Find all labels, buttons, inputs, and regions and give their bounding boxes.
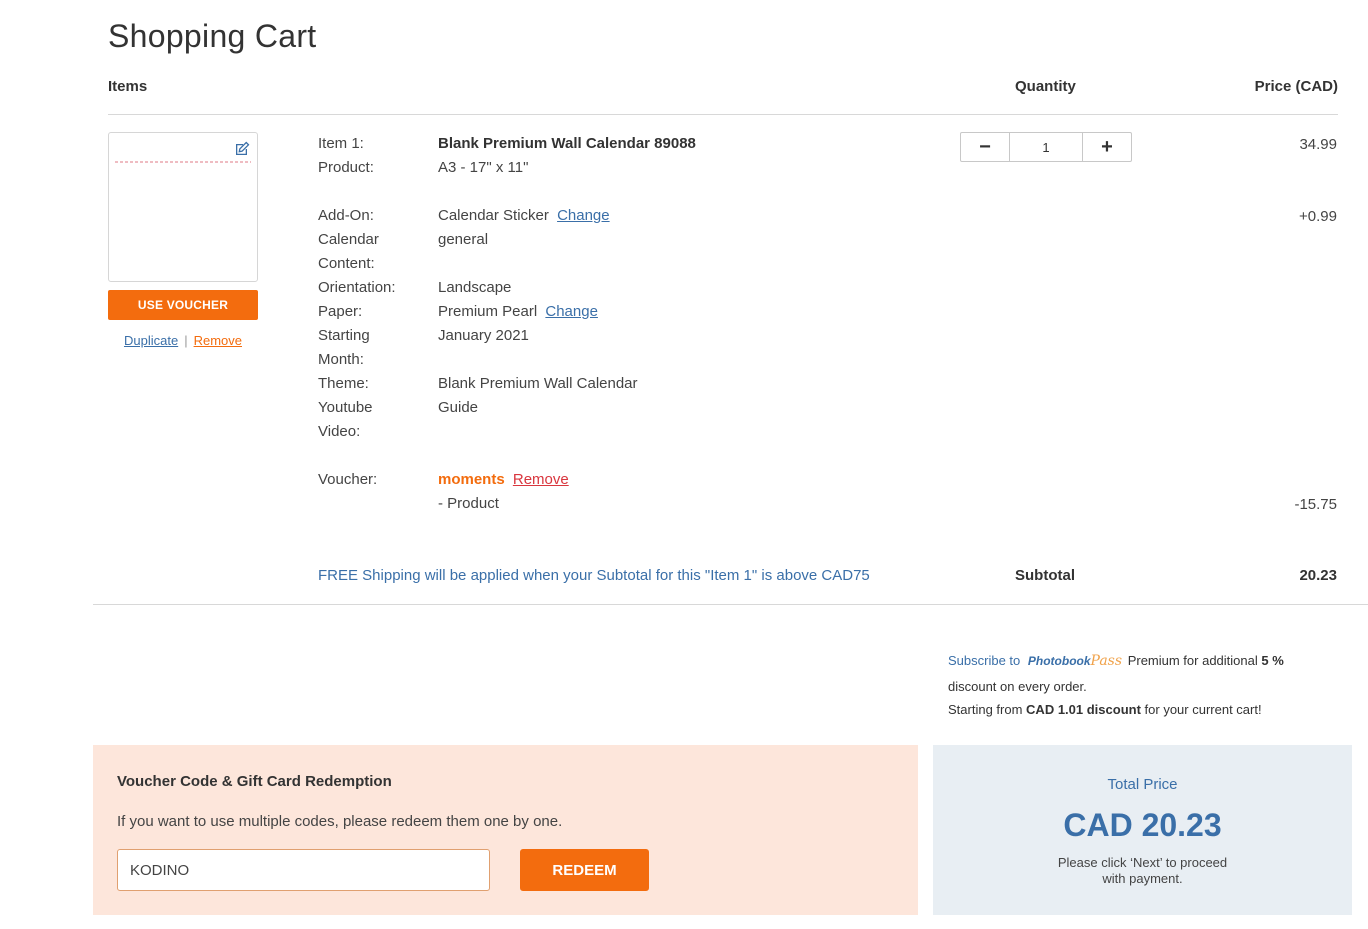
voucher-code-input[interactable] (117, 849, 490, 891)
total-price-label: Total Price (1107, 776, 1178, 793)
paper-change-link[interactable]: Change (545, 303, 598, 320)
voucher-redemption-panel: Voucher Code & Gift Card Redemption If y… (93, 745, 918, 915)
voucher-label: Voucher: (318, 471, 378, 488)
calendar-content-label-line1: Calendar (318, 231, 379, 248)
voucher-row: moments Remove (438, 468, 569, 492)
youtube-label: Youtube Video: (318, 396, 428, 444)
promo-for-cart-text: for your current cart! (1144, 702, 1262, 717)
paper-value: Premium Pearl (438, 303, 538, 320)
page-title: Shopping Cart (108, 18, 317, 54)
subtotal-value: 20.23 (1299, 567, 1337, 584)
total-note-line1: Please click ‘Next’ to proceed (1057, 855, 1228, 870)
addon-change-link[interactable]: Change (557, 207, 610, 224)
theme-value: Blank Premium Wall Calendar (438, 375, 638, 392)
total-price-amount: CAD 20.23 (1063, 807, 1222, 843)
quantity-increase-button[interactable]: + (1083, 133, 1131, 161)
youtube-label-line1: Youtube (318, 399, 373, 416)
link-separator: | (184, 333, 188, 348)
item-number-label: Item 1: (318, 135, 364, 152)
addon-label: Add-On: (318, 207, 374, 224)
header-divider (108, 114, 1338, 115)
duplicate-link[interactable]: Duplicate (124, 333, 178, 348)
voucher-panel-subtitle: If you want to use multiple codes, pleas… (117, 813, 563, 830)
quantity-decrease-button[interactable]: − (961, 133, 1009, 161)
addon-row: Calendar Sticker Change (438, 204, 610, 228)
total-price-note: Please click ‘Next’ to proceed with paym… (933, 855, 1352, 887)
calendar-preview-strip (115, 161, 251, 163)
edit-icon[interactable] (234, 141, 250, 157)
orientation-label: Orientation: (318, 279, 396, 296)
total-price-panel: Total Price CAD 20.23 Please click ‘Next… (933, 745, 1352, 915)
starting-month-label-line1: Starting (318, 327, 370, 344)
logo-pass-text: Pass (1090, 653, 1123, 669)
use-voucher-button[interactable]: USE VOUCHER (108, 290, 258, 320)
youtube-value: Guide (438, 399, 479, 416)
voucher-remove-link[interactable]: Remove (513, 471, 569, 488)
header-price: Price (CAD) (1254, 78, 1338, 95)
item-name-text: Blank Premium Wall Calendar 89088 (438, 135, 696, 152)
orientation-value: Landscape (438, 279, 512, 296)
quantity-value[interactable]: 1 (1009, 133, 1083, 161)
starting-month-label-line2: Month: (318, 351, 364, 368)
calendar-content-label: Calendar Content: (318, 228, 428, 276)
promo-subscribe-text: Subscribe to (948, 653, 1021, 668)
paper-row: Premium Pearl Change (438, 300, 598, 324)
theme-label: Theme: (318, 375, 369, 392)
price-addon: +0.99 (1299, 208, 1337, 225)
promo-line2: discount on every order. (948, 679, 1087, 694)
header-items: Items (108, 78, 148, 95)
product-value: A3 - 17" x 11" (438, 159, 529, 176)
product-label: Product: (318, 159, 374, 176)
paper-label: Paper: (318, 303, 363, 320)
price-base: 34.99 (1299, 136, 1337, 153)
voucher-applies: - Product (438, 495, 499, 512)
starting-month-value: January 2021 (438, 327, 529, 344)
item-thumbnail[interactable] (108, 132, 258, 282)
subtotal-label: Subtotal (1015, 567, 1075, 584)
addon-value: Calendar Sticker (438, 207, 549, 224)
item-actions: Duplicate | Remove (108, 333, 258, 348)
promo-discount-amount: CAD 1.01 discount (1026, 702, 1141, 717)
item-name: Blank Premium Wall Calendar 89088 (438, 132, 696, 156)
promo-starting-text: Starting from (948, 702, 1023, 717)
promo-percent: 5 % (1261, 653, 1284, 668)
free-shipping-note: FREE Shipping will be applied when your … (318, 567, 870, 584)
voucher-panel-title: Voucher Code & Gift Card Redemption (117, 773, 392, 790)
starting-month-label: Starting Month: (318, 324, 428, 372)
redeem-button[interactable]: REDEEM (520, 849, 649, 891)
total-note-line2: with payment. (1102, 871, 1183, 886)
logo-photobook-text: Photobook (1027, 654, 1091, 668)
promo-premium-text: Premium for additional (1127, 653, 1258, 668)
remove-item-link[interactable]: Remove (194, 333, 242, 348)
photobook-pass-logo[interactable]: PhotobookPass (1028, 648, 1122, 674)
header-quantity: Quantity (1015, 78, 1076, 95)
premium-promo: Subscribe to PhotobookPass Premium for a… (948, 648, 1284, 720)
price-voucher-discount: -15.75 (1294, 496, 1337, 513)
voucher-code: moments (438, 471, 505, 488)
promo-line1: Subscribe to PhotobookPass Premium for a… (948, 648, 1284, 674)
calendar-content-value: general (438, 231, 489, 248)
quantity-stepper: − 1 + (960, 132, 1132, 162)
promo-line3: Starting from CAD 1.01 discount for your… (948, 700, 1284, 720)
calendar-content-label-line2: Content: (318, 255, 375, 272)
subtotal-divider (93, 604, 1368, 605)
youtube-label-line2: Video: (318, 423, 361, 440)
